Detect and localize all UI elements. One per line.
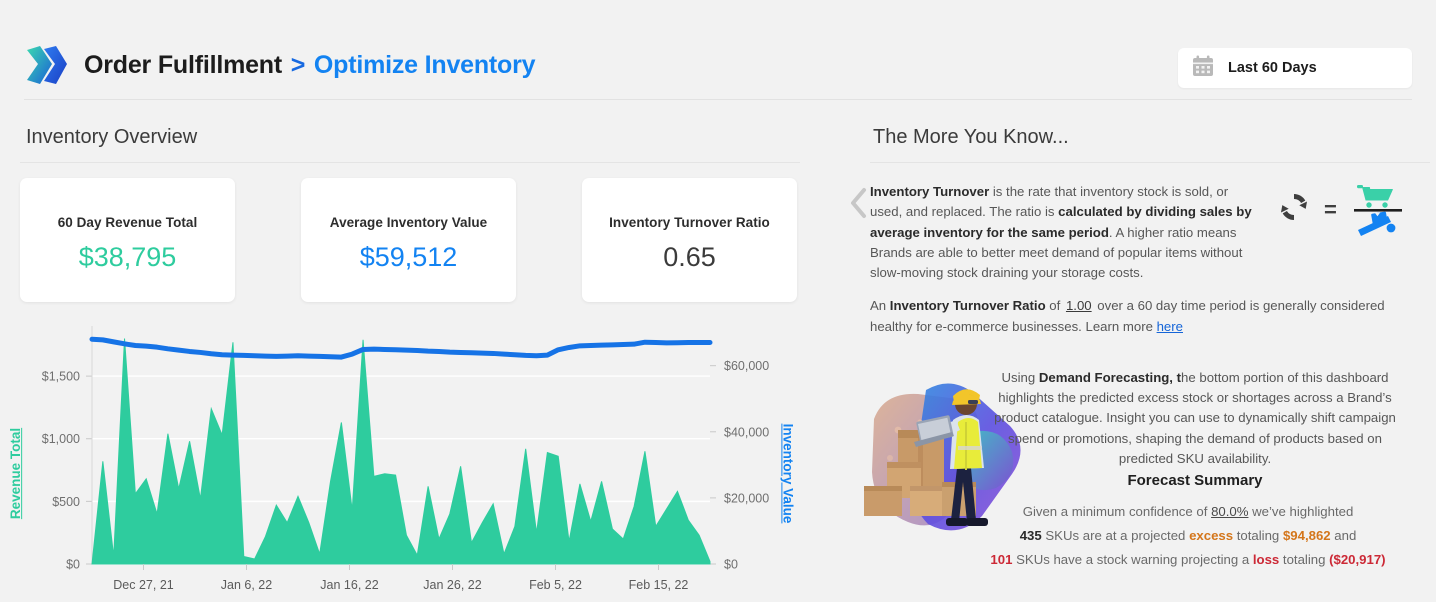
confidence-text-2: we’ve highlighted (1248, 504, 1353, 519)
svg-text:Jan 6, 22: Jan 6, 22 (221, 578, 272, 592)
kpi-value: $59,512 (360, 242, 458, 273)
hand-truck-icon (1358, 211, 1395, 236)
svg-text:$500: $500 (52, 495, 80, 509)
forecast-summary-heading: Forecast Summary (990, 472, 1400, 489)
kpi-card-revenue-total[interactable]: 60 Day Revenue Total $38,795 (20, 178, 235, 302)
dashboard-page: Order Fulfillment > Optimize Inventory (0, 0, 1436, 602)
kpi-label: Inventory Turnover Ratio (609, 215, 770, 230)
svg-text:$40,000: $40,000 (724, 425, 769, 439)
svg-text:$0: $0 (66, 558, 80, 572)
date-range-label: Last 60 Days (1228, 60, 1317, 76)
excess-sku-count: 435 (1020, 528, 1042, 543)
kpi-card-group: 60 Day Revenue Total $38,795 Average Inv… (20, 178, 797, 302)
forecast-line-loss: 101 SKUs have a stock warning projecting… (968, 548, 1408, 572)
chart-canvas: $0 $500 $1,000 $1,500 $0 $20,000 $40,000 $60,00… (0, 316, 820, 602)
kpi-value: 0.65 (663, 242, 716, 273)
svg-text:$20,000: $20,000 (724, 491, 769, 505)
left-axis-title: Revenue Total (8, 428, 23, 519)
learn-more-link[interactable]: here (1157, 319, 1183, 334)
loss-keyword: loss (1253, 552, 1279, 567)
ratio-note-term: Inventory Turnover Ratio (890, 298, 1046, 313)
date-range-picker[interactable]: Last 60 Days (1178, 48, 1412, 88)
loss-amount: ($20,917) (1329, 552, 1385, 567)
inventory-overview-section: Inventory Overview 60 Day Revenue Total … (0, 106, 820, 602)
svg-text:Jan 26, 22: Jan 26, 22 (423, 578, 481, 592)
loss-text-2: totaling (1279, 552, 1329, 567)
kpi-card-inventory-turnover-ratio[interactable]: Inventory Turnover Ratio 0.65 (582, 178, 797, 302)
excess-keyword: excess (1189, 528, 1233, 543)
forecast-line-confidence: Given a minimum confidence of 80.0% we’v… (968, 500, 1408, 524)
ratio-threshold-value[interactable]: 1.00 (1064, 298, 1094, 313)
chevron-left-icon[interactable] (848, 186, 870, 220)
excess-amount: $94,862 (1283, 528, 1331, 543)
svg-text:Dec 27, 21: Dec 27, 21 (113, 578, 174, 592)
excess-text-2: totaling (1233, 528, 1283, 543)
breadcrumb-separator: > (289, 51, 307, 79)
svg-text:Feb 15, 22: Feb 15, 22 (629, 578, 689, 592)
ratio-note-text-2: of (1046, 298, 1064, 313)
forecast-copy-1: Using (1001, 370, 1038, 385)
forecast-line-excess: 435 SKUs are at a projected excess total… (968, 524, 1408, 548)
breadcrumb-current: Optimize Inventory (314, 51, 535, 79)
app-header: Order Fulfillment > Optimize Inventory (0, 0, 1436, 100)
loss-sku-count: 101 (990, 552, 1012, 567)
section-heading: Inventory Overview (26, 126, 197, 149)
demand-forecasting-copy: Using Demand Forecasting, the bottom por… (990, 368, 1400, 469)
kpi-value: $38,795 (79, 242, 177, 273)
panel-divider (870, 162, 1430, 163)
the-more-you-know-section: The More You Know... Inventory Turnover … (840, 106, 1436, 602)
excess-text-1: SKUs are at a projected (1042, 528, 1189, 543)
svg-text:Jan 16, 22: Jan 16, 22 (320, 578, 378, 592)
kpi-label: Average Inventory Value (330, 215, 487, 230)
header-divider (24, 99, 1412, 100)
definition-term: Inventory Turnover (870, 184, 989, 199)
turnover-formula-graphic: = (1276, 178, 1407, 241)
confidence-value[interactable]: 80.0% (1211, 504, 1248, 519)
revenue-inventory-chart[interactable]: Revenue Total Inventory Value $0 $500 $1,0… (0, 316, 820, 602)
shopping-cart-icon (1357, 185, 1393, 208)
loss-text-1: SKUs have a stock warning projecting a (1012, 552, 1252, 567)
kpi-label: 60 Day Revenue Total (58, 215, 198, 230)
confidence-text-1: Given a minimum confidence of (1023, 504, 1211, 519)
svg-text:$1,500: $1,500 (42, 370, 80, 384)
chevron-logo-icon (24, 44, 70, 86)
page-title: Order Fulfillment > Optimize Inventory (84, 51, 535, 80)
section-divider (20, 162, 800, 163)
forecast-summary-body: Given a minimum confidence of 80.0% we’v… (968, 500, 1408, 572)
equals-sign: = (1324, 197, 1337, 223)
breadcrumb-parent[interactable]: Order Fulfillment (84, 51, 282, 79)
svg-text:$0: $0 (724, 558, 738, 572)
forecast-copy-term: Demand Forecasting, t (1039, 370, 1181, 385)
refresh-cycle-icon (1276, 189, 1312, 230)
inventory-turnover-definition: Inventory Turnover is the rate that inve… (870, 182, 1262, 284)
turnover-fraction (1349, 178, 1407, 241)
breadcrumb: Order Fulfillment > Optimize Inventory (24, 44, 535, 86)
ratio-note-text-1: An (870, 298, 890, 313)
svg-text:Feb 5, 22: Feb 5, 22 (529, 578, 582, 592)
kpi-card-average-inventory-value[interactable]: Average Inventory Value $59,512 (301, 178, 516, 302)
panel-heading: The More You Know... (873, 126, 1069, 149)
calendar-icon (1192, 55, 1214, 82)
svg-text:$60,000: $60,000 (724, 359, 769, 373)
excess-text-3: and (1331, 528, 1357, 543)
healthy-ratio-note: An Inventory Turnover Ratio of 1.00 over… (870, 296, 1415, 337)
svg-text:$1,000: $1,000 (42, 432, 80, 446)
right-axis-title: Inventory Value (780, 424, 795, 524)
